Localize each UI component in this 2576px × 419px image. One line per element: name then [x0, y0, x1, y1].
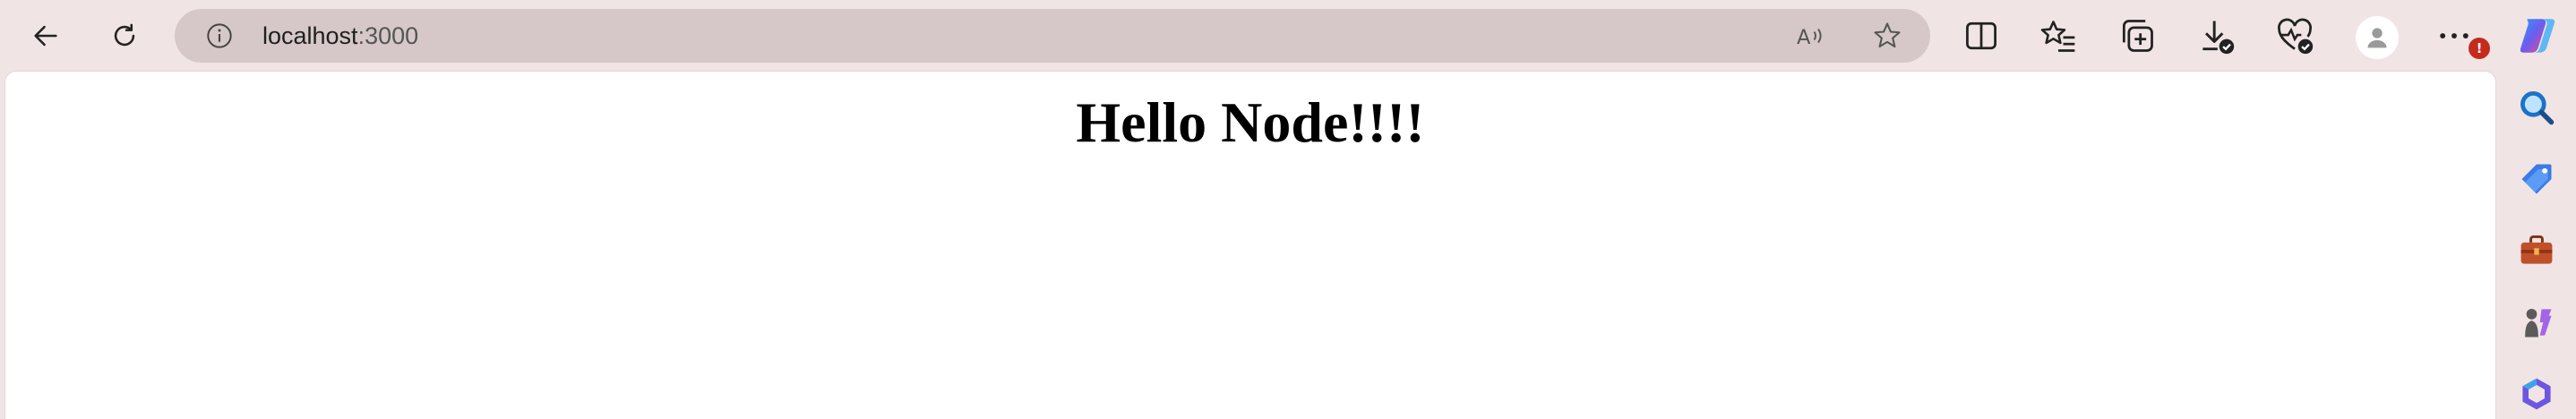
browser-toolbar: localhost:3000 A ! [0, 0, 2576, 72]
favorites-icon[interactable] [2039, 16, 2078, 56]
url-port: :3000 [357, 22, 419, 49]
reload-button[interactable] [102, 13, 147, 58]
downloads-icon[interactable] [2196, 16, 2236, 56]
office-icon[interactable] [2517, 374, 2556, 414]
reload-icon [114, 23, 135, 47]
shopping-tag-icon[interactable] [2517, 159, 2556, 199]
copilot-icon[interactable] [2515, 13, 2560, 58]
profile-icon [2367, 28, 2387, 48]
address-url[interactable]: localhost:3000 [262, 21, 418, 50]
update-badge: ! [2469, 38, 2490, 59]
browser-essentials-icon[interactable] [2275, 16, 2314, 56]
search-icon[interactable] [2517, 88, 2556, 127]
profile-button[interactable] [2356, 16, 2399, 59]
browser-sidebar [2501, 72, 2576, 419]
svg-text:A: A [1797, 26, 1811, 49]
tools-briefcase-icon[interactable] [2517, 231, 2556, 270]
site-info-icon[interactable] [205, 21, 234, 50]
games-icon[interactable] [2517, 303, 2556, 342]
favorite-star-icon[interactable] [1871, 20, 1903, 52]
back-arrow-icon [34, 25, 57, 47]
back-button[interactable] [23, 13, 68, 58]
browser-window: localhost:3000 A ! Hello Node!!!! [0, 0, 2576, 419]
collections-icon[interactable] [2117, 16, 2157, 56]
address-bar[interactable]: localhost:3000 A [175, 9, 1930, 63]
url-host: localhost [262, 22, 358, 49]
split-screen-icon[interactable] [1962, 16, 2001, 56]
read-aloud-icon[interactable]: A [1794, 20, 1826, 52]
page-heading: Hello Node!!!! [1076, 90, 1425, 154]
page-viewport: Hello Node!!!! [5, 72, 2495, 419]
